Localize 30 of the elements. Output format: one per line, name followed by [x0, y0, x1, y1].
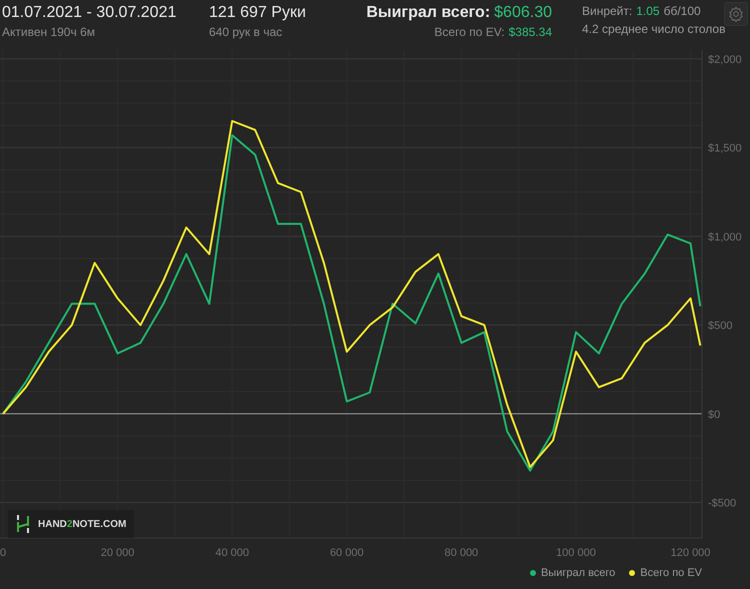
settings-button[interactable] — [724, 2, 748, 26]
hands-count: 121 697 Руки — [209, 4, 307, 22]
x-tick-label: 0 — [0, 547, 6, 559]
legend-label[interactable]: Всего по EV — [640, 567, 702, 579]
x-tick-label: 80 000 — [444, 547, 478, 559]
legend-label[interactable]: Выиграл всего — [540, 567, 616, 579]
logo-icon — [16, 515, 30, 533]
y-tick-label: $500 — [708, 320, 732, 332]
x-tick-label: 40 000 — [215, 547, 249, 559]
x-tick-label: 60 000 — [330, 547, 364, 559]
winrate-unit: бб/100 — [664, 4, 701, 18]
x-tick-label: 20 000 — [100, 547, 134, 559]
settings-icon — [728, 6, 744, 22]
y-tick-label: -$500 — [708, 498, 736, 510]
logo-text: HAND2NOTE.COM — [38, 518, 126, 530]
won-value: $606.30 — [494, 4, 552, 22]
won-label: Выиграл всего: — [366, 4, 490, 22]
y-tick-label: $1,500 — [708, 142, 742, 155]
x-tick-label: 100 000 — [556, 547, 596, 559]
ev-label: Всего по EV: — [434, 25, 505, 39]
active-time: Активен 190ч 6м — [2, 25, 96, 39]
x-tick-label: 120 000 — [670, 547, 710, 559]
y-tick-label: $2,000 — [708, 54, 742, 66]
hands-per-hour: 640 рук в час — [209, 25, 284, 39]
winrate-label: Винрейт: — [582, 4, 632, 18]
ev-value: $385.34 — [508, 25, 552, 39]
winrate-value: 1.05 — [636, 4, 660, 18]
y-tick-label: $0 — [708, 408, 720, 421]
y-tick-label: $1,000 — [708, 231, 742, 244]
date-range: 01.07.2021 - 30.07.2021 — [2, 4, 178, 22]
